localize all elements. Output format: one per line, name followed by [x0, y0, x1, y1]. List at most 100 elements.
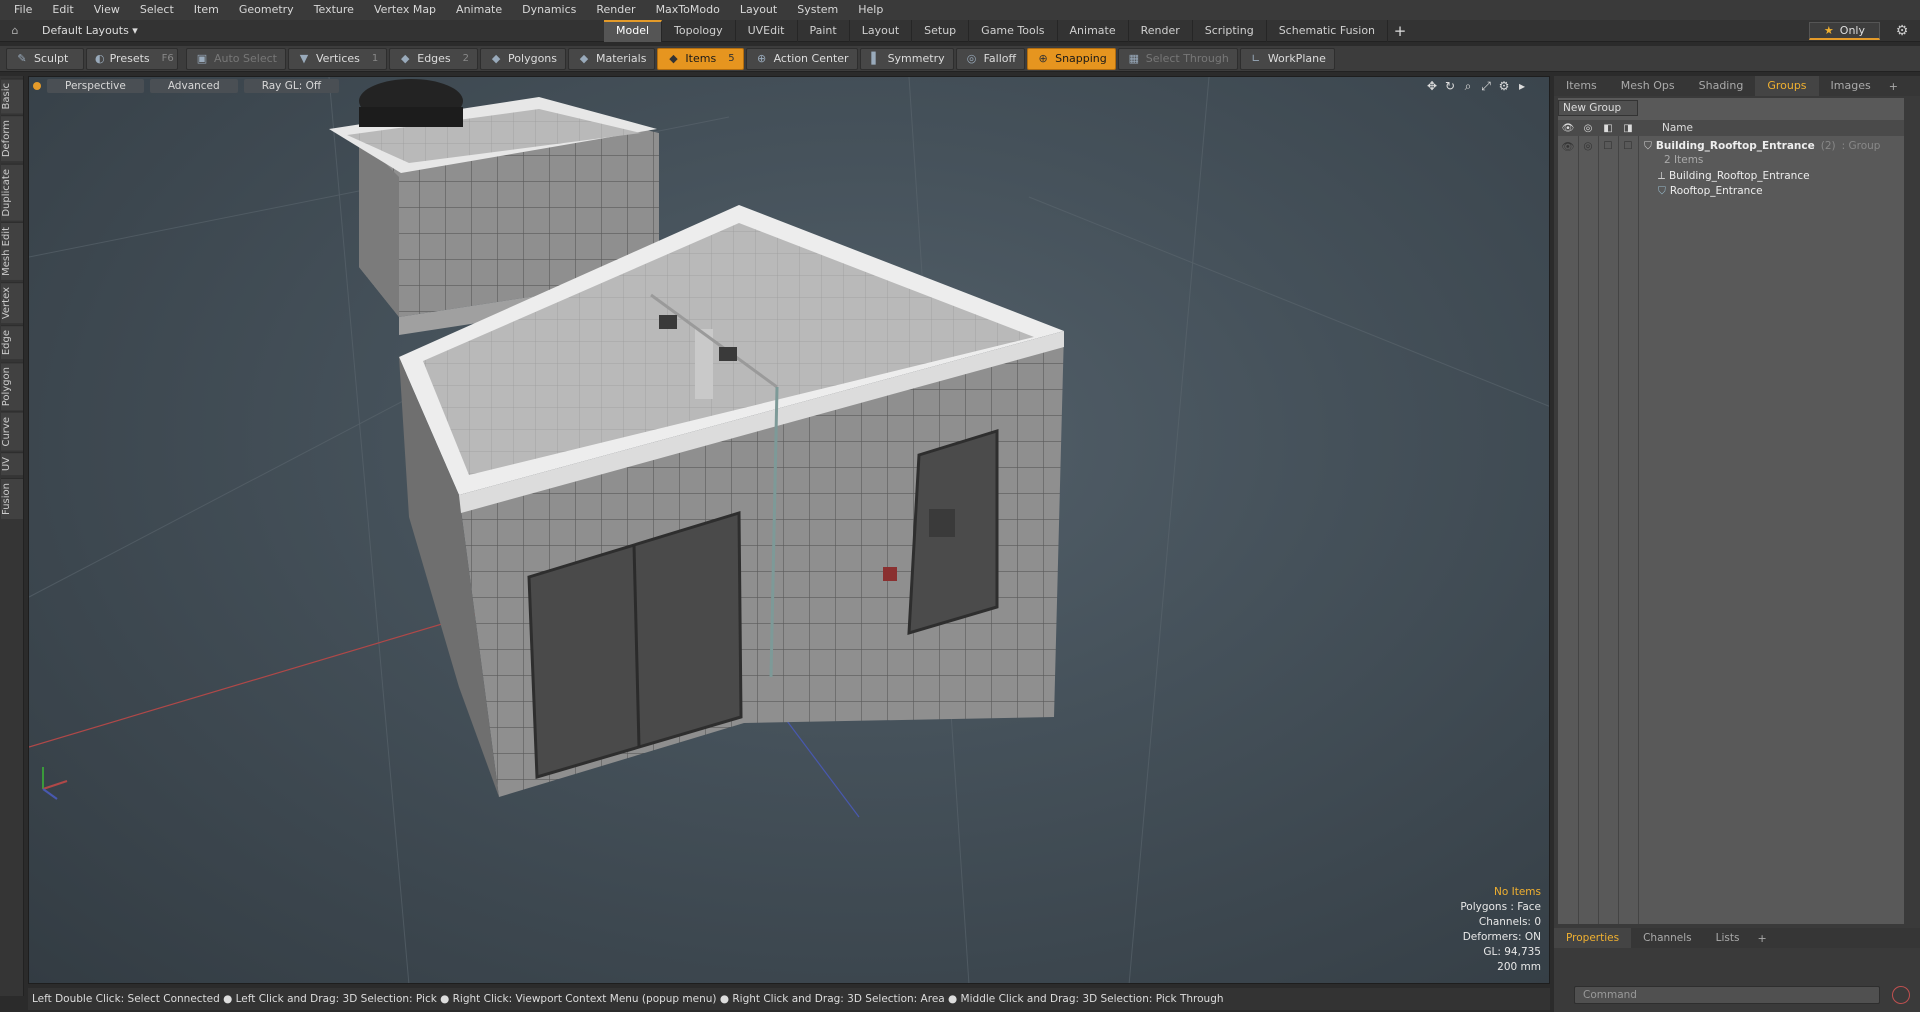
tab-edge[interactable]: Edge: [1, 325, 23, 360]
tab-polygon[interactable]: Polygon: [1, 361, 23, 410]
stats-selection: No Items: [1494, 886, 1541, 898]
menu-geometry[interactable]: Geometry: [229, 0, 304, 20]
presets-hotkey: F6: [161, 53, 174, 64]
tab-lists[interactable]: Lists: [1704, 928, 1752, 948]
viewport-menu-dot[interactable]: [33, 82, 41, 90]
tab-fusion[interactable]: Fusion: [1, 477, 23, 519]
tab-paint[interactable]: Paint: [798, 19, 850, 42]
app-window: File Edit View Select Item Geometry Text…: [0, 0, 1920, 1012]
presets-icon: ◐: [95, 51, 105, 65]
3d-viewport[interactable]: Perspective Advanced Ray GL: Off ✥ ↻ ⌕ ⤢…: [28, 76, 1550, 984]
rotate-icon[interactable]: ↻: [1441, 79, 1459, 93]
vertices-button[interactable]: ▼ Vertices 1: [287, 47, 388, 70]
child-row[interactable]: ⛉ Rooftop_Entrance: [1558, 182, 1904, 200]
sculpt-button[interactable]: ✎ Sculpt: [6, 47, 84, 70]
menu-texture[interactable]: Texture: [304, 0, 364, 20]
workplane-button[interactable]: ∟ WorkPlane: [1239, 47, 1335, 70]
vertices-count: 1: [371, 53, 379, 64]
view-mode-button[interactable]: Perspective: [47, 79, 144, 93]
axis-gizmo: [42, 767, 68, 800]
vertices-icon: ▼: [299, 51, 309, 65]
menu-layout[interactable]: Layout: [730, 0, 787, 20]
items-button[interactable]: ◆ Items 5: [657, 47, 744, 70]
tab-schematic-fusion[interactable]: Schematic Fusion: [1267, 19, 1389, 42]
snapping-button[interactable]: ⊕ Snapping: [1027, 47, 1116, 70]
polygons-icon: ◆: [491, 51, 501, 65]
tab-shading[interactable]: Shading: [1687, 76, 1756, 96]
auto-select-button[interactable]: ▣ Auto Select: [186, 47, 286, 70]
tab-channels[interactable]: Channels: [1631, 928, 1704, 948]
viewport-nav-icons: ✥ ↻ ⌕ ⤢ ⚙ ▸: [1423, 79, 1531, 93]
tab-topology[interactable]: Topology: [662, 19, 736, 42]
tab-layout[interactable]: Layout: [850, 19, 913, 42]
raygl-button[interactable]: Ray GL: Off: [243, 79, 340, 93]
viewport-gear-icon[interactable]: ⚙: [1495, 79, 1513, 93]
tab-game-tools[interactable]: Game Tools: [969, 19, 1058, 42]
add-tab-icon[interactable]: +: [1388, 20, 1412, 42]
edges-button[interactable]: ◆ Edges 2: [389, 47, 479, 70]
menu-select[interactable]: Select: [130, 0, 184, 20]
tab-basic[interactable]: Basic: [1, 78, 23, 114]
menu-help[interactable]: Help: [848, 0, 893, 20]
tab-deform[interactable]: Deform: [1, 115, 23, 162]
falloff-button[interactable]: ◎ Falloff: [955, 47, 1026, 70]
menu-dynamics[interactable]: Dynamics: [512, 0, 586, 20]
tab-setup[interactable]: Setup: [912, 19, 970, 42]
materials-button[interactable]: ◆ Materials: [568, 47, 656, 70]
tab-vertex[interactable]: Vertex: [1, 282, 23, 324]
select-through-button[interactable]: ▦ Select Through: [1117, 47, 1238, 70]
tab-curve[interactable]: Curve: [1, 411, 23, 451]
menu-maxtomodo[interactable]: MaxToModo: [646, 0, 730, 20]
select-header-icon: ◨: [1623, 122, 1633, 134]
action-center-label: Action Center: [773, 52, 849, 65]
zoom-icon[interactable]: ⌕: [1459, 79, 1477, 93]
only-button[interactable]: ★ Only: [1808, 22, 1880, 40]
pan-icon[interactable]: ✥: [1423, 79, 1441, 93]
tab-scripting[interactable]: Scripting: [1193, 19, 1267, 42]
select-through-label: Select Through: [1145, 52, 1229, 65]
menu-file[interactable]: File: [4, 0, 42, 20]
symmetry-button[interactable]: ▌ Symmetry: [859, 47, 954, 70]
viewport-stats: No Items Polygons : Face Channels: 0 Def…: [1460, 885, 1541, 975]
new-group-button[interactable]: New Group: [1558, 100, 1638, 116]
fit-icon[interactable]: ⤢: [1477, 79, 1495, 93]
menu-edit[interactable]: Edit: [42, 0, 83, 20]
tab-properties[interactable]: Properties: [1554, 928, 1632, 948]
workplane-icon: ∟: [1251, 51, 1261, 65]
menu-animate[interactable]: Animate: [446, 0, 512, 20]
add-panel-tab-icon[interactable]: +: [1883, 80, 1904, 93]
gear-icon[interactable]: ⚙: [1894, 23, 1910, 39]
command-clear-icon[interactable]: [1892, 986, 1910, 1004]
tab-mesh-ops[interactable]: Mesh Ops: [1609, 76, 1687, 96]
shading-mode-button[interactable]: Advanced: [149, 79, 238, 93]
menu-vertex-map[interactable]: Vertex Map: [364, 0, 446, 20]
menu-render[interactable]: Render: [586, 0, 645, 20]
right-panel: Items Mesh Ops Shading Groups Images + N…: [1554, 76, 1920, 1012]
materials-label: Materials: [596, 52, 647, 65]
edges-label: Edges: [417, 52, 451, 65]
add-properties-tab-icon[interactable]: +: [1751, 932, 1772, 945]
tab-images[interactable]: Images: [1819, 76, 1883, 96]
expand-arrow-icon[interactable]: ▸: [1513, 79, 1531, 93]
menu-item[interactable]: Item: [184, 0, 229, 20]
polygons-button[interactable]: ◆ Polygons: [480, 47, 566, 70]
tab-items[interactable]: Items: [1554, 76, 1609, 96]
tab-model[interactable]: Model: [604, 19, 663, 42]
action-center-button[interactable]: ⊕ Action Center: [745, 47, 858, 70]
tab-animate[interactable]: Animate: [1058, 19, 1129, 42]
tab-uvedit[interactable]: UVEdit: [736, 19, 798, 42]
tab-mesh-edit[interactable]: Mesh Edit: [1, 222, 23, 281]
command-input[interactable]: Command: [1574, 986, 1880, 1004]
layout-dropdown[interactable]: ⌂ Default Layouts ▾: [0, 24, 604, 38]
tab-groups[interactable]: Groups: [1755, 76, 1819, 96]
stats-polygons: Polygons : Face: [1460, 901, 1541, 913]
tab-uv[interactable]: UV: [1, 452, 23, 476]
tab-duplicate[interactable]: Duplicate: [1, 163, 23, 221]
menu-system[interactable]: System: [787, 0, 848, 20]
child-name: Building_Rooftop_Entrance: [1669, 170, 1810, 182]
menu-view[interactable]: View: [84, 0, 130, 20]
status-bar: Left Double Click: Select Connected ● Le…: [28, 988, 1550, 1010]
tab-render[interactable]: Render: [1129, 19, 1193, 42]
falloff-label: Falloff: [983, 52, 1017, 65]
presets-button[interactable]: ◐ Presets F6: [86, 47, 178, 70]
